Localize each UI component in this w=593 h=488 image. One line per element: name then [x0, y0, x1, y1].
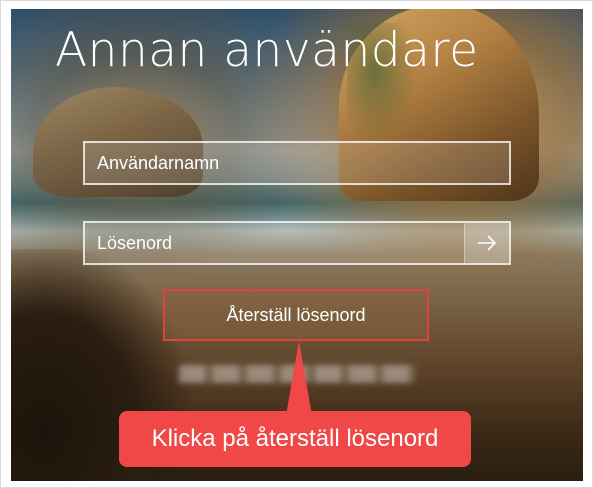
submit-button[interactable] — [464, 223, 509, 263]
page-title: Annan användare — [55, 23, 479, 78]
reset-password-link[interactable]: Återställ lösenord — [163, 289, 429, 341]
annotation-callout: Klicka på återställ lösenord — [119, 411, 471, 467]
arrow-right-icon — [478, 235, 497, 251]
callout-text: Klicka på återställ lösenord — [151, 425, 439, 452]
screenshot-frame: Annan användare Återställ lösenord Klick… — [0, 0, 593, 488]
callout-pointer — [285, 341, 313, 421]
password-input[interactable] — [85, 223, 467, 263]
lock-screen-background: Annan användare Återställ lösenord Klick… — [11, 9, 583, 481]
reset-password-label: Återställ lösenord — [226, 304, 366, 325]
username-input[interactable] — [85, 143, 509, 183]
username-field[interactable] — [83, 141, 511, 185]
password-field[interactable] — [83, 221, 511, 265]
